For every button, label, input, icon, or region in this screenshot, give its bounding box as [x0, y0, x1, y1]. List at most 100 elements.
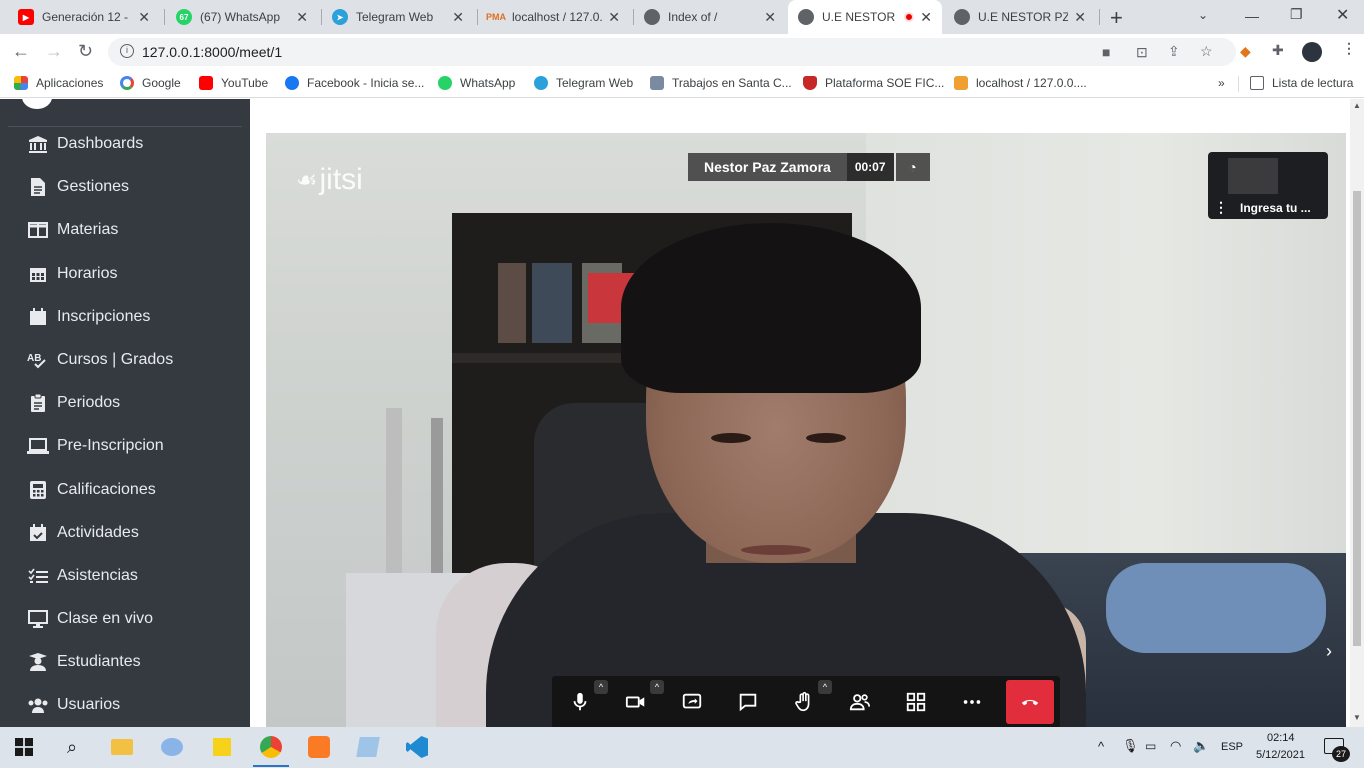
hangup-button[interactable]: [1006, 680, 1054, 724]
vscode-icon[interactable]: [405, 735, 429, 759]
tab-index[interactable]: Index of / ✕: [634, 0, 786, 34]
sidebar-item-periodos[interactable]: Periodos: [0, 383, 250, 423]
search-icon[interactable]: ⌕: [60, 735, 84, 759]
notifications-count[interactable]: 27: [1332, 746, 1350, 762]
bookmark-facebook[interactable]: Facebook - Inicia se...: [285, 76, 424, 90]
reading-list-button[interactable]: Lista de lectura: [1250, 76, 1353, 90]
close-tab-icon[interactable]: ✕: [452, 9, 464, 26]
chat-button[interactable]: [722, 676, 774, 727]
metamask-icon[interactable]: ◆: [1240, 43, 1251, 60]
tray-overflow-icon[interactable]: ^: [1098, 739, 1104, 754]
tab-telegram[interactable]: ➤ Telegram Web ✕: [322, 0, 474, 34]
forward-icon[interactable]: →: [45, 41, 63, 62]
close-tab-icon[interactable]: ✕: [920, 9, 932, 26]
participants-button[interactable]: [834, 676, 886, 727]
microphone-options-caret-icon[interactable]: ^: [594, 680, 608, 694]
site-info-icon[interactable]: i: [120, 44, 134, 58]
translate-icon[interactable]: ⊡: [1136, 44, 1148, 61]
sidebar-item-estudiantes[interactable]: Estudiantes: [0, 642, 250, 682]
share-icon[interactable]: ⇪: [1168, 43, 1180, 60]
close-tab-icon[interactable]: ✕: [608, 9, 620, 26]
sidebar-item-calificaciones[interactable]: Calificaciones: [0, 470, 250, 510]
windows-start-icon[interactable]: [12, 735, 36, 759]
sidebar-item-horarios[interactable]: Horarios: [0, 254, 250, 294]
close-window-icon[interactable]: ✕: [1336, 5, 1349, 25]
camera-in-use-icon[interactable]: ■: [1102, 44, 1110, 60]
thumbnail-menu-icon[interactable]: ⋮: [1214, 200, 1228, 214]
close-tab-icon[interactable]: ✕: [764, 9, 776, 26]
address-bar[interactable]: i 127.0.0.1:8000/meet/1 ■ ⊡ ⇪ ☆: [108, 38, 1236, 66]
scroll-down-icon[interactable]: ▼: [1353, 713, 1361, 722]
thumbnail-name[interactable]: Ingresa tu ...: [1240, 201, 1311, 215]
tab-generacion[interactable]: ▶ Generación 12 - E ✕: [8, 0, 160, 34]
file-explorer-icon[interactable]: [110, 735, 134, 759]
menu-kebab-icon[interactable]: ⋮: [1342, 40, 1356, 57]
bookmark-whatsapp[interactable]: WhatsApp: [438, 76, 515, 90]
local-video-thumbnail[interactable]: ⋮ Ingresa tu ...: [1208, 152, 1328, 219]
tab-search-chevron-icon[interactable]: ⌄: [1198, 8, 1208, 22]
battery-icon[interactable]: ▭: [1145, 739, 1156, 753]
connection-speed-icon[interactable]: ◔: [895, 153, 930, 181]
profile-avatar[interactable]: [1302, 42, 1322, 62]
sticky-notes-icon[interactable]: [210, 735, 234, 759]
bookmark-trabajos[interactable]: Trabajos en Santa C...: [650, 76, 792, 90]
more-bookmarks-button[interactable]: »: [1218, 76, 1225, 90]
sidebar-item-actividades[interactable]: Actividades: [0, 513, 250, 553]
url-text[interactable]: 127.0.0.1:8000/meet/1: [142, 44, 282, 60]
sidebar-item-materias[interactable]: Materias: [0, 210, 250, 250]
scrollbar-thumb[interactable]: [1353, 191, 1361, 646]
sidebar-item-inscripciones[interactable]: Inscripciones: [0, 297, 250, 337]
minimize-icon[interactable]: —: [1245, 8, 1259, 24]
jitsi-watermark[interactable]: ☙ jitsi: [296, 163, 363, 197]
new-tab-button[interactable]: +: [1110, 5, 1123, 31]
bookmark-youtube[interactable]: YouTube: [199, 76, 268, 90]
clock-time[interactable]: 02:14: [1267, 732, 1295, 744]
xampp-icon[interactable]: [307, 735, 331, 759]
more-actions-button[interactable]: [946, 676, 998, 727]
extensions-icon[interactable]: ✚: [1272, 42, 1284, 59]
paint-app-icon[interactable]: [160, 735, 184, 759]
sidebar-item-gestiones[interactable]: Gestiones: [0, 167, 250, 207]
filmstrip-chevron-icon[interactable]: ›: [1326, 641, 1332, 662]
notepad-icon[interactable]: [356, 735, 380, 759]
close-tab-icon[interactable]: ✕: [1074, 9, 1086, 26]
sidebar-item-dashboards[interactable]: Dashboards: [0, 124, 250, 164]
sidebar-item-cursos-grados[interactable]: AB Cursos | Grados: [0, 340, 250, 380]
camera-options-caret-icon[interactable]: ^: [650, 680, 664, 694]
sidebar-item-pre-inscripcion[interactable]: Pre-Inscripcion: [0, 426, 250, 466]
tab-ue-nestor-pz[interactable]: U.E NESTOR PZ ✕: [944, 0, 1096, 34]
bookmark-plataforma[interactable]: Plataforma SOE FIC...: [803, 76, 944, 90]
sidebar-item-usuarios[interactable]: Usuarios: [0, 685, 250, 725]
clock-date[interactable]: 5/12/2021: [1256, 749, 1305, 761]
tab-localhost[interactable]: PMA localhost / 127.0. ✕: [478, 0, 630, 34]
restore-icon[interactable]: ❐: [1290, 6, 1303, 23]
tile-view-button[interactable]: [890, 676, 942, 727]
bookmark-apps[interactable]: Aplicaciones: [14, 76, 103, 90]
bookmark-telegram[interactable]: Telegram Web: [534, 76, 633, 90]
close-tab-icon[interactable]: ✕: [296, 9, 308, 26]
video-person-hair: [621, 223, 921, 393]
close-tab-icon[interactable]: ✕: [138, 9, 150, 26]
tab-whatsapp[interactable]: 67 (67) WhatsApp ✕: [166, 0, 318, 34]
tab-ue-nestor-active[interactable]: U.E NESTOR ✕: [788, 0, 942, 34]
bookmark-google[interactable]: Google: [120, 76, 181, 90]
volume-icon[interactable]: 🔈: [1193, 738, 1209, 754]
back-icon[interactable]: ←: [12, 41, 30, 62]
reload-icon[interactable]: ↻: [78, 41, 93, 62]
sidebar-item-clase-en-vivo[interactable]: Clase en vivo: [0, 599, 250, 639]
microphone-tray-icon[interactable]: 🎙: [1122, 738, 1139, 754]
page-scrollbar[interactable]: ▲ ▼: [1350, 99, 1364, 727]
scroll-up-icon[interactable]: ▲: [1353, 101, 1361, 110]
sidebar-item-label: Actividades: [57, 524, 139, 541]
reactions-caret-icon[interactable]: ^: [818, 680, 832, 694]
bookmark-star-icon[interactable]: ☆: [1200, 43, 1213, 60]
share-screen-button[interactable]: [666, 676, 718, 727]
language-indicator[interactable]: ESP: [1221, 741, 1243, 753]
wifi-icon[interactable]: ◠: [1170, 738, 1181, 754]
brand-logo[interactable]: [22, 99, 52, 109]
sidebar-item-asistencias[interactable]: Asistencias: [0, 556, 250, 596]
chrome-icon[interactable]: [253, 735, 289, 767]
bookmark-localhost[interactable]: localhost / 127.0.0....: [954, 76, 1087, 90]
video-stage[interactable]: ☙ jitsi Nestor Paz Zamora 00:07 ◔ ⋮ Ingr…: [266, 133, 1346, 727]
globe-icon: [954, 9, 970, 25]
